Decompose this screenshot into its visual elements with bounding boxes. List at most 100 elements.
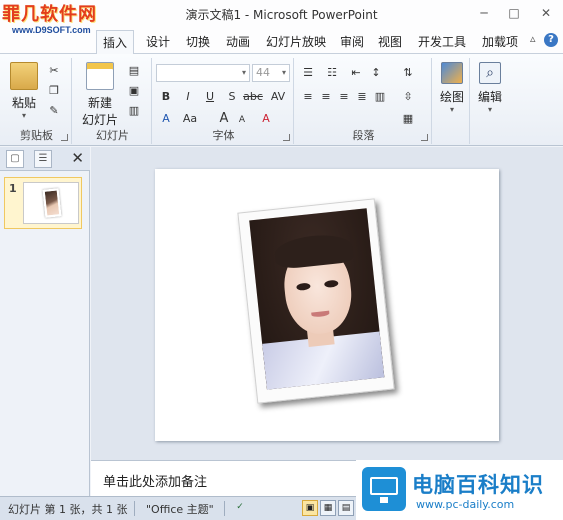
chevron-down-icon: ▾	[487, 105, 492, 114]
status-divider	[134, 501, 135, 516]
cut-icon[interactable]: ✂	[46, 64, 62, 78]
watermark-top-title: 罪几软件网	[2, 4, 97, 24]
new-slide-button[interactable]: 新建 幻灯片	[78, 62, 122, 128]
photo-eye-left	[296, 282, 311, 291]
theme-status[interactable]: "Office 主题"	[146, 501, 214, 517]
ribbon-collapse-icon[interactable]: ▵	[530, 32, 536, 45]
close-pane-icon[interactable]: ✕	[71, 149, 84, 167]
shadow-button[interactable]: S	[224, 90, 240, 104]
normal-view-icon[interactable]: ▣	[302, 500, 318, 516]
tab-transitions[interactable]: 切换	[186, 33, 210, 50]
thumbnail-photo	[42, 188, 62, 218]
align-center-icon[interactable]: ≡	[318, 90, 334, 104]
tab-review[interactable]: 审阅	[340, 33, 364, 50]
new-slide-label-1: 新建	[87, 96, 112, 110]
line-spacing-icon[interactable]: ↕	[368, 66, 384, 80]
grow-font-button[interactable]: A	[216, 112, 232, 126]
decrease-indent-icon[interactable]: ⇤	[348, 66, 364, 80]
columns-icon[interactable]: ▥	[372, 90, 388, 104]
reset-icon[interactable]: ▣	[126, 84, 142, 98]
spellcheck-icon[interactable]: ✓	[232, 500, 248, 516]
numbering-icon[interactable]: ☷	[324, 66, 340, 80]
layout-icon[interactable]: ▤	[126, 64, 142, 78]
paste-button[interactable]: 粘贴 ▾	[6, 62, 42, 120]
slide-sorter-view-icon[interactable]: ▦	[320, 500, 336, 516]
tab-design[interactable]: 设计	[146, 33, 170, 50]
char-spacing-button[interactable]: AV	[268, 90, 288, 104]
underline-button[interactable]: U	[202, 90, 218, 104]
portrait-photo-frame[interactable]	[237, 198, 395, 404]
shrink-font-button[interactable]: A	[234, 113, 250, 127]
clear-format-button[interactable]: A	[258, 112, 274, 126]
slide-thumbnail-1[interactable]: 1	[4, 177, 82, 229]
watermark-logo-bottom: 电脑百科知识 www.pc-daily.com	[356, 460, 563, 520]
align-right-icon[interactable]: ≡	[336, 90, 352, 104]
tab-slideshow[interactable]: 幻灯片放映	[266, 33, 326, 50]
justify-icon[interactable]: ≣	[354, 90, 370, 104]
tab-view[interactable]: 视图	[378, 33, 402, 50]
smartart-icon[interactable]: ▦	[400, 112, 416, 126]
clipboard-launcher-icon[interactable]	[61, 134, 68, 141]
new-slide-icon	[86, 62, 114, 90]
font-size-combo[interactable]: 44 ▾	[252, 64, 290, 82]
paste-icon	[10, 62, 38, 90]
tab-slides-thumbnail[interactable]: ▢	[6, 150, 24, 168]
maximize-button[interactable]: □	[502, 4, 526, 22]
photo-eye-right	[323, 279, 339, 289]
help-icon[interactable]: ?	[544, 33, 558, 47]
paragraph-group-label: 段落	[352, 129, 375, 142]
paragraph-group: ☰ ☷ ⇤ ↕ ⇅ ≡ ≡ ≡ ≣ ▥ ⇳ ▦ 段落	[296, 58, 432, 144]
ribbon: 粘贴 ▾ ✂ ❐ ✎ 剪贴板 新建 幻灯片 ▤ ▣ ▥ 幻灯片 ▾ 44 ▾ B…	[0, 54, 563, 146]
format-painter-icon[interactable]: ✎	[46, 104, 62, 118]
slide-canvas[interactable]	[155, 169, 499, 441]
close-button[interactable]: ✕	[534, 4, 558, 22]
text-direction-icon[interactable]: ⇅	[400, 66, 416, 80]
drawing-label: 绘图	[439, 90, 464, 104]
status-divider	[224, 501, 225, 516]
align-left-icon[interactable]: ≡	[300, 90, 316, 104]
editing-group: ⌕ 编辑 ▾	[472, 58, 508, 144]
watermark-logo-top: 罪几软件网 www.D9SOFT.com	[2, 4, 120, 44]
font-size-value: 44	[256, 66, 270, 79]
slide-count-status: 幻灯片 第 1 张，共 1 张	[8, 503, 128, 516]
shapes-icon	[441, 62, 463, 84]
photo-mouth	[311, 310, 330, 318]
bullets-icon[interactable]: ☰	[300, 66, 316, 80]
slides-group-label: 幻灯片	[96, 129, 129, 142]
tab-addins[interactable]: 加载项	[482, 33, 518, 50]
drawing-group: 绘图 ▾	[434, 58, 470, 144]
paragraph-launcher-icon[interactable]	[421, 134, 428, 141]
slide-editing-area	[91, 147, 563, 460]
drawing-button[interactable]: 绘图 ▾	[436, 62, 468, 114]
watermark-bottom-title: 电脑百科知识	[412, 474, 544, 497]
slides-pane: ▢ ☰ ✕ 1	[0, 147, 90, 496]
tab-outline[interactable]: ☰	[34, 150, 52, 168]
font-group: ▾ 44 ▾ B I U S abc AV A Aa A A A 字体	[154, 58, 294, 144]
minimize-button[interactable]: ─	[472, 4, 496, 22]
change-case-button[interactable]: Aa	[180, 112, 200, 126]
tab-developer[interactable]: 开发工具	[418, 33, 466, 50]
monitor-stand	[380, 497, 388, 503]
notes-placeholder[interactable]: 单击此处添加备注	[103, 471, 207, 490]
chevron-down-icon: ▾	[21, 111, 26, 120]
font-launcher-icon[interactable]	[283, 134, 290, 141]
font-color-button[interactable]: A	[158, 112, 174, 126]
strikethrough-button[interactable]: abc	[242, 90, 264, 104]
editing-button[interactable]: ⌕ 编辑 ▾	[474, 62, 506, 114]
bold-button[interactable]: B	[158, 90, 174, 104]
editing-label: 编辑	[477, 90, 502, 104]
italic-button[interactable]: I	[180, 90, 196, 104]
clipboard-group: 粘贴 ▾ ✂ ❐ ✎ 剪贴板	[2, 58, 72, 144]
copy-icon[interactable]: ❐	[46, 84, 62, 98]
watermark-bottom-url: www.pc-daily.com	[416, 498, 515, 511]
monitor-screen	[370, 477, 398, 495]
portrait-photo	[249, 208, 385, 390]
chevron-down-icon: ▾	[449, 105, 454, 114]
font-name-combo[interactable]: ▾	[156, 64, 250, 82]
reading-view-icon[interactable]: ▤	[338, 500, 354, 516]
tab-animations[interactable]: 动画	[226, 33, 250, 50]
align-text-icon[interactable]: ⇳	[400, 90, 416, 104]
section-icon[interactable]: ▥	[126, 104, 142, 118]
chevron-down-icon: ▾	[241, 68, 246, 77]
slides-pane-tabs: ▢ ☰ ✕	[0, 147, 90, 171]
